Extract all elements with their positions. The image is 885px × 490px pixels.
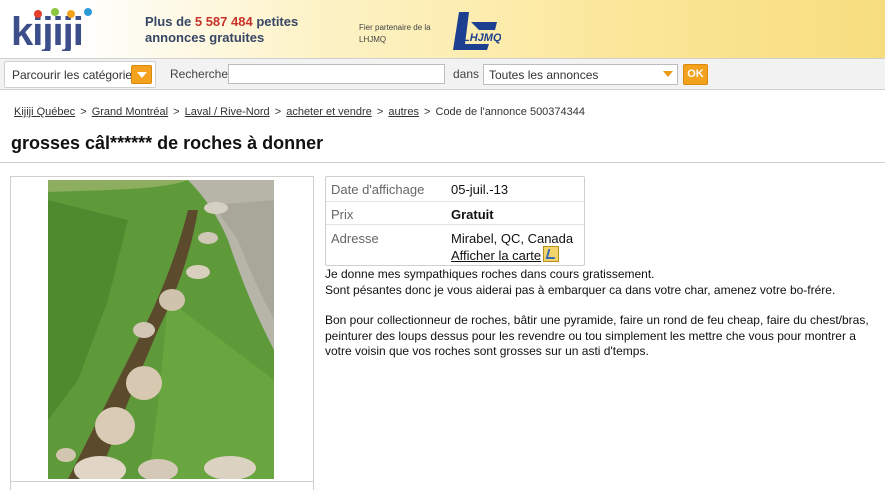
search-bar: Parcourir les catégories Rechercher dans… — [0, 58, 885, 90]
description-paragraph: Sont pésantes donc je vous aiderai pas à… — [325, 282, 836, 297]
page-title: grosses câl****** de roches à donner — [11, 133, 324, 153]
lhjmq-logo[interactable]: LHJMQ — [449, 8, 501, 52]
listing-count: 5 587 484 — [194, 14, 253, 29]
chevron-down-icon[interactable] — [131, 65, 152, 84]
price-label: Prix — [331, 207, 354, 222]
browse-categories-dropdown[interactable]: Parcourir les catégories — [4, 61, 156, 88]
photo-divider — [11, 481, 313, 482]
lhjmq-logo-text: LHJMQ — [463, 32, 501, 44]
tagline-line2: annonces gratuites — [145, 30, 265, 45]
address-value: Mirabel, QC, Canada — [451, 231, 574, 246]
browse-categories-label: Parcourir les catégories — [12, 68, 139, 82]
chevron-down-icon — [663, 71, 673, 77]
search-submit-button[interactable]: OK — [683, 64, 708, 85]
date-value: 05-juil.-13 — [451, 182, 509, 197]
scope-label: dans — [453, 67, 480, 81]
scope-select[interactable]: Toutes les annonces — [483, 64, 678, 85]
date-label: Date d'affichage — [331, 182, 425, 197]
details-row-date: Date d'affichage 05-juil.-13 — [326, 177, 584, 201]
search-label: Rechercher — [170, 67, 233, 81]
map-icon[interactable] — [543, 246, 560, 262]
kijiji-logo[interactable]: kijiji — [9, 5, 104, 51]
tagline-prefix: Plus de — [145, 14, 195, 29]
breadcrumb-link-city[interactable]: Grand Montréal — [92, 106, 168, 118]
price-value: Gratuit — [451, 207, 494, 222]
scope-select-value: Toutes les annonces — [489, 68, 599, 82]
partner-text: Fier partenaire de la LHJMQ — [359, 22, 431, 46]
breadcrumb-link-area[interactable]: Laval / Rive-Nord — [185, 106, 270, 118]
site-header: kijiji Plus de 5 587 484 petites annonce… — [0, 0, 885, 58]
details-row-price: Prix Gratuit — [326, 201, 584, 225]
tagline-suffix: petites — [252, 14, 299, 29]
details-row-address: Adresse Mirabel, QC, Canada Afficher la … — [326, 224, 584, 266]
breadcrumb-link-region[interactable]: Kijiji Québec — [14, 106, 75, 118]
listing-details: Date d'affichage 05-juil.-13 Prix Gratui… — [325, 176, 585, 266]
listing-photo[interactable] — [48, 180, 274, 479]
show-map-link[interactable]: Afficher la carte — [451, 248, 541, 263]
breadcrumb: Kijiji Québec > Grand Montréal > Laval /… — [14, 106, 586, 118]
description-paragraph: Bon pour collectionneur de roches, bâtir… — [325, 313, 869, 358]
address-label: Adresse — [331, 231, 379, 246]
description-paragraph: Je donne mes sympathiques roches dans co… — [325, 267, 655, 281]
title-divider — [0, 162, 885, 163]
breadcrumb-link-subcategory[interactable]: autres — [388, 106, 419, 118]
header-tagline: Plus de 5 587 484 petites annonces gratu… — [145, 14, 298, 46]
search-input[interactable] — [228, 64, 445, 84]
partner-line2: LHJMQ — [359, 35, 387, 44]
map-link-wrapper: Afficher la carte — [451, 246, 560, 263]
breadcrumb-link-category[interactable]: acheter et vendre — [286, 106, 372, 118]
partner-line1: Fier partenaire de la — [359, 23, 431, 32]
listing-description: Je donne mes sympathiques roches dans co… — [325, 267, 885, 360]
ad-code: Code de l'annonce 500374344 — [435, 106, 586, 118]
